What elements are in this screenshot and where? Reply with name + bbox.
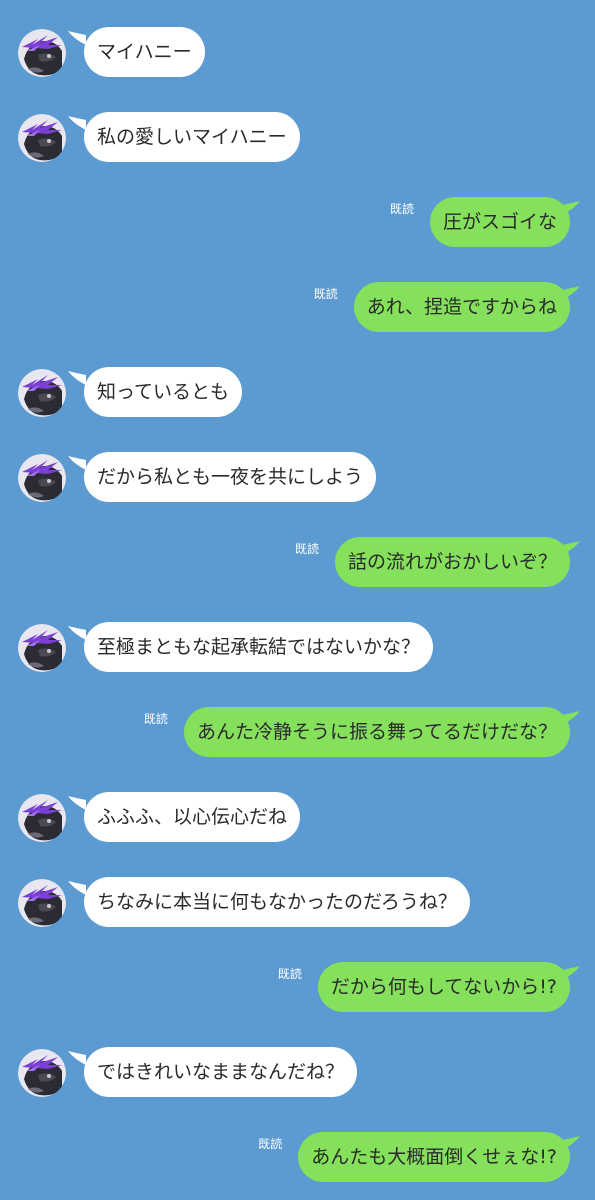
- incoming-message-row: ふふふ、以心伝心だね: [0, 792, 595, 844]
- message-bubble[interactable]: 至極まともな起承転結ではないかな？: [84, 622, 434, 672]
- message-bubble[interactable]: 私の愛しいマイハニー: [84, 112, 300, 162]
- incoming-message-row: マイハニー: [0, 27, 595, 79]
- incoming-message-row: 知っているとも: [0, 367, 595, 419]
- bubble-tail-icon: [68, 116, 86, 130]
- avatar[interactable]: [18, 369, 66, 417]
- avatar[interactable]: [18, 879, 66, 927]
- avatar[interactable]: [18, 454, 66, 502]
- message-bubble[interactable]: あんた冷静そうに振る舞ってるだけだな？: [183, 707, 570, 757]
- message-bubble[interactable]: ではきれいなままなんだね？: [84, 1047, 358, 1097]
- outgoing-message-row: 話の流れがおかしいぞ？ 既読: [0, 537, 595, 589]
- message-bubble[interactable]: あんたも大概面倒くせぇな!?: [298, 1132, 570, 1182]
- incoming-message-row: 至極まともな起承転結ではないかな？: [0, 622, 595, 674]
- outgoing-message-row: あんたも大概面倒くせぇな!? 既読: [0, 1132, 595, 1184]
- read-receipt: 既読: [294, 542, 319, 556]
- chat-area[interactable]: マイハニー 私の愛しいマイハニー 圧がスゴイな 既読 あれ、捏造ですからね 既読 知っている…: [0, 0, 595, 1200]
- outgoing-message-row: あれ、捏造ですからね 既読: [0, 282, 595, 334]
- message-bubble[interactable]: ふふふ、以心伝心だね: [84, 792, 301, 842]
- read-receipt: 既読: [277, 967, 302, 981]
- message-bubble[interactable]: マイハニー: [84, 27, 205, 77]
- bubble-tail-icon: [68, 1051, 86, 1065]
- message-bubble[interactable]: だから私とも一夜を共にしよう: [84, 452, 377, 502]
- incoming-message-row: だから私とも一夜を共にしよう: [0, 452, 595, 504]
- outgoing-message-row: あんた冷静そうに振る舞ってるだけだな？ 既読: [0, 707, 595, 759]
- bubble-tail-icon: [68, 371, 86, 385]
- bubble-tail-icon: [68, 626, 86, 640]
- avatar[interactable]: [18, 1049, 66, 1097]
- avatar[interactable]: [18, 29, 66, 77]
- message-bubble[interactable]: 話の流れがおかしいぞ？: [334, 537, 570, 587]
- bubble-tail-icon: [68, 881, 86, 895]
- avatar[interactable]: [18, 624, 66, 672]
- message-bubble[interactable]: あれ、捏造ですからね: [353, 282, 570, 332]
- bubble-tail-icon: [68, 796, 86, 810]
- outgoing-message-row: 圧がスゴイな 既読: [0, 197, 595, 249]
- message-bubble[interactable]: 圧がスゴイな: [429, 197, 570, 247]
- bubble-tail-icon: [68, 31, 86, 45]
- incoming-message-row: ちなみに本当に何もなかったのだろうね？: [0, 877, 595, 929]
- read-receipt: 既読: [258, 1137, 283, 1151]
- message-bubble[interactable]: だから何もしてないから!?: [317, 962, 570, 1012]
- read-receipt: 既読: [143, 712, 168, 726]
- incoming-message-row: ではきれいなままなんだね？: [0, 1047, 595, 1099]
- avatar[interactable]: [18, 114, 66, 162]
- read-receipt: 既読: [389, 202, 414, 216]
- outgoing-message-row: だから何もしてないから!? 既読: [0, 962, 595, 1014]
- avatar[interactable]: [18, 794, 66, 842]
- incoming-message-row: 私の愛しいマイハニー: [0, 112, 595, 164]
- message-bubble[interactable]: 知っているとも: [84, 367, 243, 417]
- read-receipt: 既読: [313, 287, 338, 301]
- bubble-tail-icon: [68, 456, 86, 470]
- message-bubble[interactable]: ちなみに本当に何もなかったのだろうね？: [84, 877, 470, 927]
